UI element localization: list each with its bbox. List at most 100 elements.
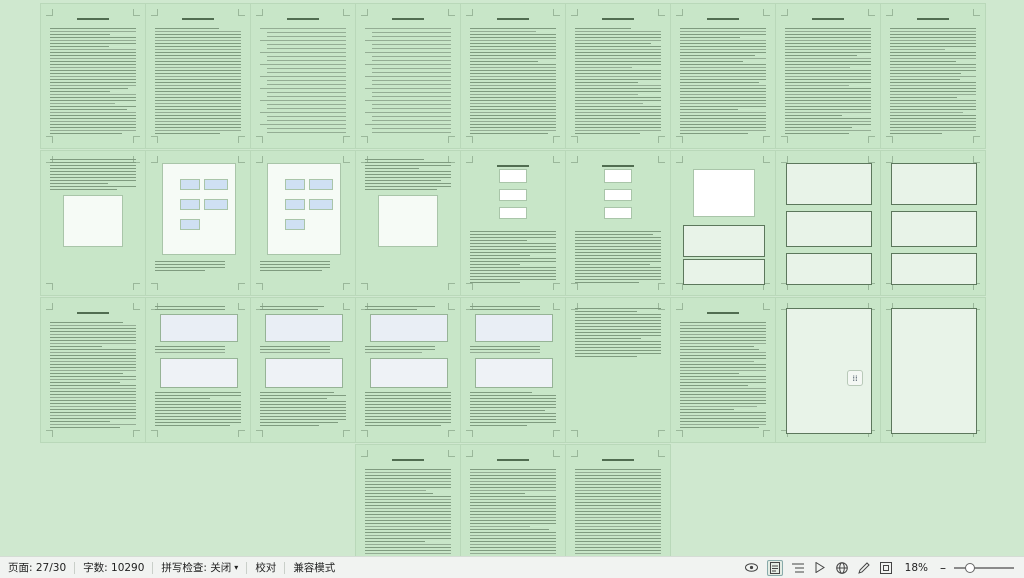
page-thumbnail[interactable]: [356, 445, 460, 556]
page-thumbnail[interactable]: [881, 151, 985, 295]
page-thumbnail[interactable]: [251, 4, 355, 148]
text-line: [785, 64, 871, 65]
zoom-out-button[interactable]: –: [940, 561, 946, 575]
page-indicator[interactable]: 页面: 27/30: [0, 560, 74, 575]
page-thumbnail[interactable]: [776, 298, 880, 442]
globe-icon[interactable]: [835, 561, 849, 575]
play-icon[interactable]: [813, 561, 827, 575]
page-thumbnail[interactable]: [461, 445, 565, 556]
text-line: [365, 475, 451, 476]
outline-icon[interactable]: [791, 561, 805, 575]
toc-line: [365, 76, 451, 77]
page-thumbnail[interactable]: [461, 4, 565, 148]
proofread-button[interactable]: 校对: [247, 560, 284, 575]
text-line: [155, 73, 241, 74]
eye-icon[interactable]: [745, 561, 759, 575]
page-thumbnail[interactable]: [356, 151, 460, 295]
page-thumbnail[interactable]: [461, 151, 565, 295]
text-line: [260, 404, 346, 405]
spellcheck-label: 拼写检查: 关闭: [161, 560, 231, 575]
text-line: [785, 79, 871, 80]
text-line: [470, 118, 556, 119]
text-line: [575, 267, 661, 268]
text-line: [155, 309, 225, 310]
zoom-level[interactable]: 18%: [901, 562, 932, 574]
text-line: [365, 159, 424, 160]
page-thumbnail[interactable]: [776, 4, 880, 148]
text-line: [890, 49, 945, 50]
page-thumbnail[interactable]: [881, 298, 985, 442]
text-line: [680, 64, 766, 65]
word-count[interactable]: 字数: 10290: [75, 560, 152, 575]
fit-icon[interactable]: [879, 561, 893, 575]
text-line: [470, 112, 556, 113]
zoom-slider[interactable]: [954, 567, 1014, 569]
flow-node: [604, 189, 632, 201]
text-line: [785, 28, 871, 29]
text-line: [365, 401, 451, 402]
page-view-icon[interactable]: [767, 560, 783, 576]
zoom-slider-thumb[interactable]: [965, 563, 975, 573]
text-line: [155, 349, 225, 350]
text-line: [470, 392, 532, 393]
page-thumbnail[interactable]: [671, 151, 775, 295]
crop-mark: [676, 430, 683, 437]
page-thumbnail[interactable]: [251, 298, 355, 442]
crop-mark: [553, 136, 560, 143]
text-line: [155, 124, 241, 125]
text-line: [470, 401, 556, 402]
text-line: [50, 46, 109, 47]
page-thumbnail[interactable]: [356, 4, 460, 148]
page-thumbnail[interactable]: [671, 298, 775, 442]
page-thumbnail[interactable]: [41, 298, 145, 442]
text-line: [680, 76, 766, 77]
page-thumbnail[interactable]: [41, 4, 145, 148]
page-thumbnail[interactable]: [566, 151, 670, 295]
text-line: [785, 118, 871, 119]
crop-mark: [571, 283, 578, 290]
page-thumbnail[interactable]: [41, 151, 145, 295]
toc-line: [267, 84, 346, 85]
text-line: [50, 421, 110, 422]
pen-icon[interactable]: [857, 561, 871, 575]
text-line: [260, 270, 322, 271]
spellcheck-dropdown[interactable]: 拼写检查: 关闭 ▾: [153, 560, 246, 575]
page-thumbnail[interactable]: [566, 298, 670, 442]
text-line: [50, 334, 136, 335]
page-thumbnail[interactable]: [566, 445, 670, 556]
text-line: [365, 349, 435, 350]
text-line: [470, 70, 556, 71]
text-line: [575, 91, 661, 92]
page-thumbnail[interactable]: [671, 4, 775, 148]
text-line: [785, 37, 871, 38]
page-thumbnail[interactable]: [356, 298, 460, 442]
text-line: [260, 261, 330, 262]
float-toolbar-icon[interactable]: ⁞⁞: [847, 370, 863, 386]
page-thumbnail[interactable]: [566, 4, 670, 148]
crop-mark: [238, 430, 245, 437]
text-line: [50, 177, 136, 178]
toc-line: [260, 124, 346, 125]
text-line: [50, 361, 136, 362]
text-line: [890, 34, 976, 35]
text-line: [470, 31, 536, 32]
page-thumbnail[interactable]: [146, 4, 250, 148]
page-thumbnail[interactable]: [461, 298, 565, 442]
page-thumbnail[interactable]: [146, 151, 250, 295]
text-line: [680, 67, 766, 68]
flow-node: [499, 207, 527, 219]
toc-line: [372, 132, 451, 133]
page-thumbnail[interactable]: [881, 4, 985, 148]
page-thumbnail[interactable]: [776, 151, 880, 295]
text-line: [470, 346, 540, 347]
page-thumbnail[interactable]: [146, 298, 250, 442]
text-line: [785, 70, 871, 71]
text-line: [785, 58, 871, 59]
text-line: [155, 31, 241, 32]
text-line: [365, 189, 437, 190]
text-line: [470, 469, 556, 470]
document-canvas[interactable]: [0, 0, 1024, 556]
text-line: [470, 422, 556, 423]
page-thumbnail[interactable]: [251, 151, 355, 295]
text-line: [155, 118, 241, 119]
